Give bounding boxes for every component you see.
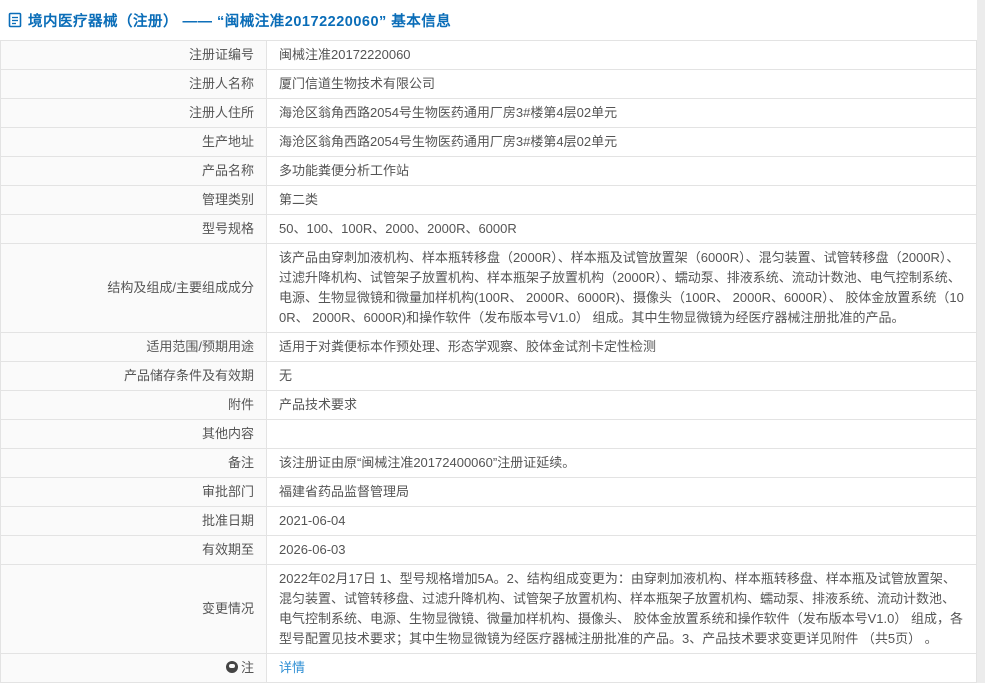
row-label: 有效期至 <box>1 536 267 565</box>
table-row: 变更情况 2022年02月17日 1、型号规格增加5A。2、结构组成变更为：由穿… <box>1 565 977 654</box>
page-title: 境内医疗器械（注册） —— “闽械注准20172220060” 基本信息 <box>28 10 451 31</box>
table-row: 注册证编号 闽械注准20172220060 <box>1 41 977 70</box>
row-label: 型号规格 <box>1 215 267 244</box>
table-row: 附件 产品技术要求 <box>1 391 977 420</box>
row-value: 福建省药品监督管理局 <box>267 478 977 507</box>
table-row: 注册人名称 厦门信道生物技术有限公司 <box>1 70 977 99</box>
table-row: 管理类别 第二类 <box>1 186 977 215</box>
row-label: 变更情况 <box>1 565 267 654</box>
row-value: 海沧区翁角西路2054号生物医药通用厂房3#楼第4层02单元 <box>267 128 977 157</box>
row-value: 厦门信道生物技术有限公司 <box>267 70 977 99</box>
row-value: 产品技术要求 <box>267 391 977 420</box>
row-label: 结构及组成/主要组成成分 <box>1 244 267 333</box>
row-value: 适用于对粪便标本作预处理、形态学观察、胶体金试剂卡定性检测 <box>267 333 977 362</box>
row-label: 生产地址 <box>1 128 267 157</box>
document-icon <box>8 12 22 28</box>
row-label: 备注 <box>1 449 267 478</box>
registration-detail-page: 境内医疗器械（注册） —— “闽械注准20172220060” 基本信息 注册证… <box>0 0 977 683</box>
table-row: 注 详情 <box>1 654 977 683</box>
row-value: 该产品由穿刺加液机构、样本瓶转移盘（2000R）、样本瓶及试管放置架（6000R… <box>267 244 977 333</box>
row-label: 审批部门 <box>1 478 267 507</box>
table-row: 型号规格 50、100、100R、2000、2000R、6000R <box>1 215 977 244</box>
row-value: 无 <box>267 362 977 391</box>
row-label: 适用范围/预期用途 <box>1 333 267 362</box>
row-value: 多功能粪便分析工作站 <box>267 157 977 186</box>
row-value: 2021-06-04 <box>267 507 977 536</box>
row-label: 产品储存条件及有效期 <box>1 362 267 391</box>
row-label: 产品名称 <box>1 157 267 186</box>
table-row: 审批部门 福建省药品监督管理局 <box>1 478 977 507</box>
row-value: 该注册证由原“闽械注准20172400060”注册证延续。 <box>267 449 977 478</box>
note-icon <box>226 661 238 673</box>
table-row: 备注 该注册证由原“闽械注准20172400060”注册证延续。 <box>1 449 977 478</box>
page-header: 境内医疗器械（注册） —— “闽械注准20172220060” 基本信息 <box>0 0 977 40</box>
table-row: 产品储存条件及有效期 无 <box>1 362 977 391</box>
row-value: 闽械注准20172220060 <box>267 41 977 70</box>
row-label: 其他内容 <box>1 420 267 449</box>
row-value: 2026-06-03 <box>267 536 977 565</box>
table-row: 产品名称 多功能粪便分析工作站 <box>1 157 977 186</box>
row-label-note: 注 <box>1 654 267 683</box>
row-value: 2022年02月17日 1、型号规格增加5A。2、结构组成变更为：由穿刺加液机构… <box>267 565 977 654</box>
table-row: 批准日期 2021-06-04 <box>1 507 977 536</box>
row-label: 注册人住所 <box>1 99 267 128</box>
row-label: 注 <box>241 660 254 675</box>
row-label: 注册人名称 <box>1 70 267 99</box>
table-row: 有效期至 2026-06-03 <box>1 536 977 565</box>
table-row: 其他内容 <box>1 420 977 449</box>
row-value: 详情 <box>267 654 977 683</box>
row-value <box>267 420 977 449</box>
row-value: 海沧区翁角西路2054号生物医药通用厂房3#楼第4层02单元 <box>267 99 977 128</box>
row-label: 注册证编号 <box>1 41 267 70</box>
table-row: 结构及组成/主要组成成分 该产品由穿刺加液机构、样本瓶转移盘（2000R）、样本… <box>1 244 977 333</box>
row-label: 附件 <box>1 391 267 420</box>
row-value: 50、100、100R、2000、2000R、6000R <box>267 215 977 244</box>
table-row: 注册人住所 海沧区翁角西路2054号生物医药通用厂房3#楼第4层02单元 <box>1 99 977 128</box>
table-row: 适用范围/预期用途 适用于对粪便标本作预处理、形态学观察、胶体金试剂卡定性检测 <box>1 333 977 362</box>
table-row: 生产地址 海沧区翁角西路2054号生物医药通用厂房3#楼第4层02单元 <box>1 128 977 157</box>
row-label: 管理类别 <box>1 186 267 215</box>
detail-link[interactable]: 详情 <box>279 660 305 675</box>
row-value: 第二类 <box>267 186 977 215</box>
row-label: 批准日期 <box>1 507 267 536</box>
registration-info-table: 注册证编号 闽械注准20172220060 注册人名称 厦门信道生物技术有限公司… <box>0 40 977 683</box>
